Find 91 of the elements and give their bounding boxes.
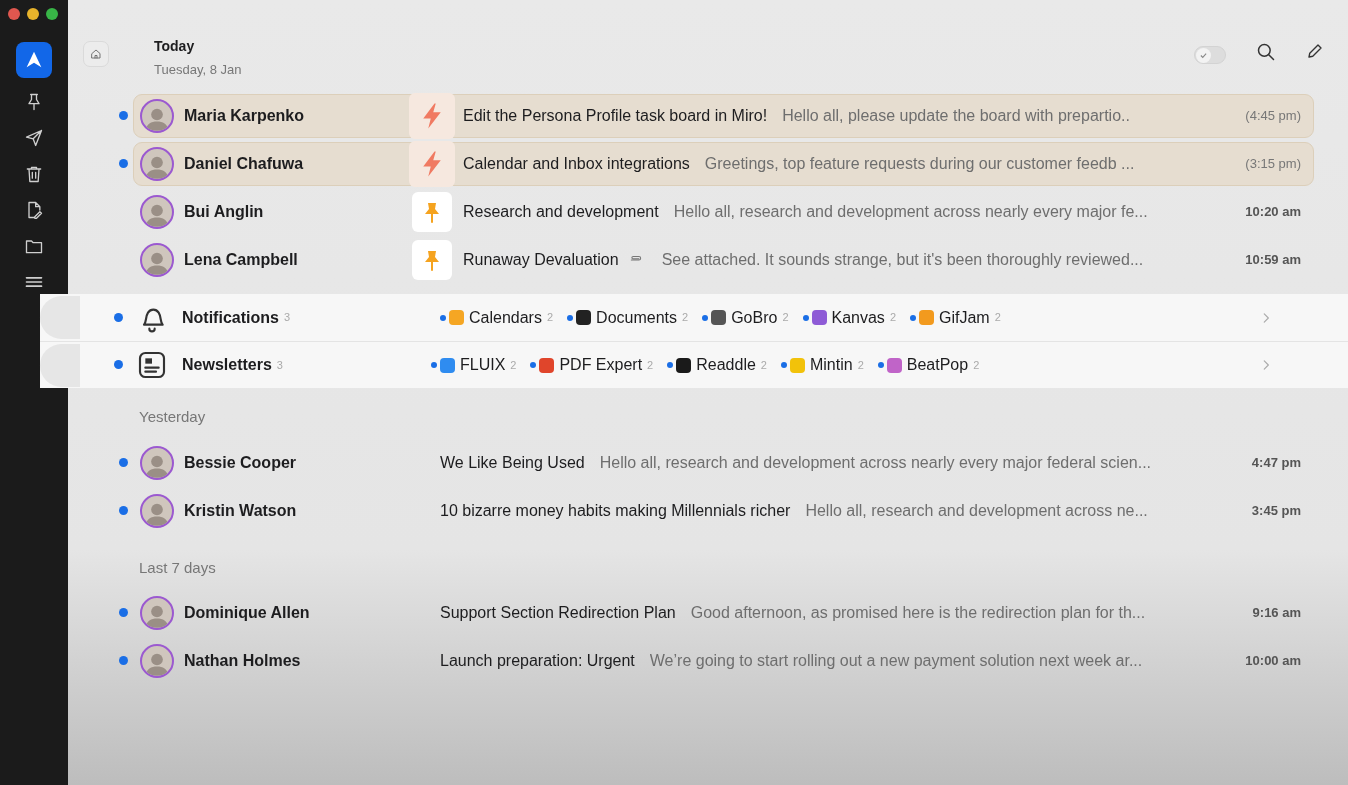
- message-row[interactable]: Nathan Holmes Launch preparation: Urgent We’re going to start rolling out a new payment solution next week ar... 10:00 am: [133, 639, 1314, 683]
- avatar: [140, 596, 174, 630]
- message-preview: Hello all, research and development across nearly every major federal scien...: [599, 452, 1153, 473]
- compose-button[interactable]: [1306, 42, 1324, 60]
- unread-count: 2: [994, 310, 1001, 326]
- sender-name: Bessie Cooper: [184, 452, 298, 473]
- sender-name: FLUIX: [459, 355, 506, 375]
- message-row[interactable]: Kristin Watson 10 bizarre money habits making Millennials richer Hello all, research and development across ne... 3:45 pm: [133, 488, 1314, 533]
- message-subject: 10 bizarre money habits making Millennials richer: [440, 500, 791, 521]
- toggle-switch[interactable]: [1194, 46, 1226, 64]
- message-preview: Hello all, research and development across nearly every major fe...: [673, 202, 1149, 222]
- message-time: 3:45 pm: [1251, 501, 1301, 520]
- pencil-icon: [1306, 42, 1324, 60]
- avatar: [140, 243, 174, 277]
- unread-count: 3: [276, 357, 283, 373]
- message-time: 9:16 am: [1252, 604, 1301, 623]
- message-subject: Runaway Devaluation: [463, 250, 619, 270]
- message-row[interactable]: Daniel Chafuwa Calendar and Inbox integrations Greetings, top feature requests during our customer feedb ... (3:15 pm): [133, 142, 1314, 186]
- message-row[interactable]: Maria Karpenko Edit the Persona Profile task board in Miro! Hello all, please update the board with prepartio.. (4:45 pm): [133, 94, 1314, 138]
- unread-count: 2: [973, 357, 980, 373]
- message-subject: Calendar and Inbox integrations: [463, 154, 690, 174]
- message-time: (3:15 pm): [1245, 155, 1301, 174]
- sender-name: Mintin: [809, 355, 853, 375]
- group-name: Notifications: [182, 307, 279, 328]
- close-window-button[interactable]: [8, 8, 20, 20]
- message-preview: We’re going to start rolling out a new payment solution next week ar...: [649, 651, 1144, 671]
- section-heading: Last 7 days: [138, 557, 217, 578]
- message-subject: Research and development: [463, 202, 659, 222]
- send-icon: [24, 128, 44, 148]
- search-icon: [1256, 42, 1276, 62]
- sender-name: Kanvas: [831, 307, 885, 328]
- unread-count: 2: [682, 310, 689, 326]
- message-preview: Hello all, research and development across ne...: [805, 500, 1149, 521]
- sender-name: GifJam: [939, 307, 990, 328]
- message-preview: Good afternoon, as promised here is the redirection plan for th...: [690, 603, 1147, 623]
- avatar: [140, 147, 174, 181]
- sender-name: Documents: [596, 307, 677, 328]
- trash-icon: [24, 164, 44, 184]
- message-subject: Edit the Persona Profile task board in Miro!: [463, 106, 768, 126]
- section-heading: Yesterday: [138, 407, 207, 427]
- minimize-window-button[interactable]: [27, 8, 39, 20]
- sender-name: Readdle: [696, 355, 756, 375]
- unread-count: 2: [760, 357, 767, 373]
- sender-name: Maria Karpenko: [184, 106, 306, 126]
- message-time: 10:00 am: [1245, 652, 1301, 671]
- sender-name: PDF Expert: [559, 355, 643, 375]
- section-title: Today: [154, 37, 196, 56]
- unread-count: 2: [889, 310, 896, 326]
- message-preview: Greetings, top feature requests during our customer feedb ...: [704, 154, 1136, 174]
- message-row[interactable]: Bui Anglin Research and development Hello all, research and development across nearly every major fe... 10:20 am: [133, 190, 1314, 234]
- message-preview: See attached. It sounds strange, but it's been thoroughly reviewed...: [661, 250, 1145, 270]
- group-name: Newsletters: [182, 355, 272, 375]
- avatar: [140, 99, 174, 133]
- avatar: [140, 493, 174, 528]
- unread-count: 2: [782, 310, 789, 326]
- sender-name: BeatPop: [906, 355, 969, 375]
- newsletter-icon: [136, 349, 168, 381]
- sender-name: Dominique Allen: [184, 603, 311, 623]
- unread-count: 2: [546, 310, 554, 326]
- avatar: [140, 644, 174, 678]
- zoom-window-button[interactable]: [46, 8, 58, 20]
- sidebar-button[interactable]: [16, 42, 52, 78]
- message-preview: Hello all, please update the board with prepartio..: [782, 106, 1131, 126]
- search-button[interactable]: [1256, 42, 1276, 62]
- message-time: (4:45 pm): [1245, 107, 1301, 126]
- unread-count: 2: [857, 357, 864, 373]
- unread-count: 2: [510, 357, 517, 373]
- sender-name: Calendars: [469, 307, 542, 328]
- unread-count: 3: [283, 310, 290, 326]
- sender-name: Bui Anglin: [184, 202, 265, 222]
- avatar: [140, 195, 174, 229]
- sender-name: Daniel Chafuwa: [184, 154, 305, 174]
- home-icon: [90, 47, 102, 61]
- message-time: 10:20 am: [1245, 203, 1301, 222]
- message-row[interactable]: Bessie Cooper We Like Being Used Hello all, research and development across nearly every major federal scien... 4:47 pm: [133, 440, 1314, 485]
- message-subject: Support Section Redirection Plan: [440, 603, 676, 623]
- home-button[interactable]: [83, 41, 109, 67]
- message-row[interactable]: Lena Campbell Runaway Devaluation See attached. It sounds strange, but it's been thoroughly reviewed... 10:59 am: [133, 238, 1314, 282]
- check-icon: [1199, 50, 1208, 60]
- message-subject: We Like Being Used: [440, 452, 585, 473]
- date-label: Tuesday, 8 Jan: [154, 61, 242, 79]
- message-subject: Launch preparation: Urgent: [440, 651, 635, 671]
- sender-name: Kristin Watson: [184, 500, 298, 521]
- message-time: 10:59 am: [1245, 251, 1301, 270]
- sender-name: Nathan Holmes: [184, 651, 302, 671]
- message-time: 4:47 pm: [1251, 453, 1301, 472]
- sender-name: Lena Campbell: [184, 250, 299, 270]
- sender-name: GoBro: [731, 307, 778, 328]
- message-row[interactable]: Dominique Allen Support Section Redirection Plan Good afternoon, as promised here is the redirection plan for th... 9:16 am: [133, 591, 1314, 635]
- avatar: [140, 445, 174, 480]
- unread-count: 2: [647, 357, 654, 373]
